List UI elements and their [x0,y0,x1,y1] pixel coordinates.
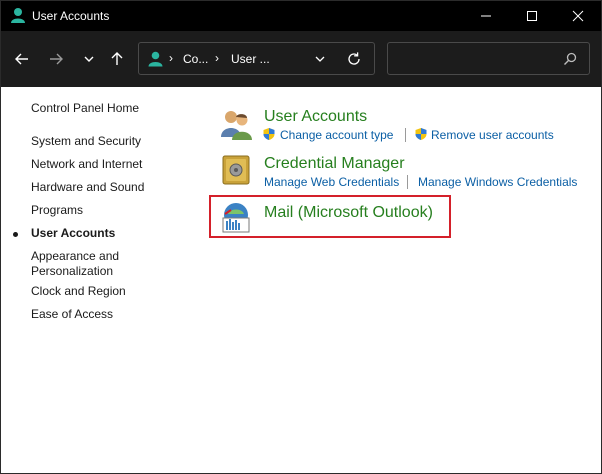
breadcrumb-separator-icon: › [215,51,219,65]
control-panel-window: User Accounts › Co... › User ... Control… [0,0,602,474]
link-remove-user-accounts[interactable]: Remove user accounts [431,128,554,142]
link-manage-web-credentials[interactable]: Manage Web Credentials [264,175,399,189]
link-separator [407,175,408,189]
sidebar-item-personalization[interactable]: Personalization [31,264,113,279]
link-change-account-type[interactable]: Change account type [280,128,393,142]
maximize-icon [527,11,537,21]
window-title: User Accounts [32,9,110,23]
search-box[interactable] [387,42,590,75]
arrow-right-icon [50,53,63,65]
search-input[interactable] [388,43,558,74]
user-accounts-app-icon [11,8,25,23]
sidebar-item-network-and-internet[interactable]: Network and Internet [31,157,142,172]
chevron-down-icon[interactable] [313,52,327,66]
main-content: User Accounts Change account type Remove… [201,87,601,473]
search-icon[interactable] [562,51,578,67]
link-manage-windows-credentials[interactable]: Manage Windows Credentials [418,175,577,189]
address-bar[interactable]: › Co... › User ... [138,42,375,75]
breadcrumb-separator-icon: › [169,51,173,65]
minimize-icon [481,15,491,17]
category-user-accounts[interactable]: User Accounts [264,108,367,126]
minimize-button[interactable] [463,1,509,31]
breadcrumb-control-panel[interactable]: Co... [183,52,208,66]
title-bar: User Accounts [1,1,601,31]
sidebar-item-hardware-and-sound[interactable]: Hardware and Sound [31,180,144,195]
sidebar-item-clock-and-region[interactable]: Clock and Region [31,284,126,299]
highlight-box [209,195,451,238]
sidebar-item-ease-of-access[interactable]: Ease of Access [31,307,113,322]
vault-icon[interactable] [219,153,253,187]
uac-shield-icon [415,128,427,140]
sidebar-item-user-accounts[interactable]: User Accounts [31,226,115,241]
users-icon[interactable] [219,107,253,141]
link-separator [405,128,406,142]
active-item-bullet [13,232,18,237]
breadcrumb-user-accounts[interactable]: User ... [231,52,270,66]
navigation-toolbar: › Co... › User ... [1,31,601,87]
sidebar-item-system-and-security[interactable]: System and Security [31,134,141,149]
arrow-left-icon [15,53,28,65]
up-button[interactable] [105,45,129,73]
user-accounts-location-icon [148,51,163,67]
close-icon [572,10,584,22]
category-credential-manager[interactable]: Credential Manager [264,155,405,173]
maximize-button[interactable] [509,1,555,31]
arrow-up-icon [111,52,123,65]
sidebar-item-control-panel-home[interactable]: Control Panel Home [31,101,139,116]
recent-locations-button[interactable] [77,45,101,73]
sidebar-item-programs[interactable]: Programs [31,203,83,218]
refresh-icon[interactable] [345,50,363,68]
close-button[interactable] [555,1,601,31]
sidebar: Control Panel Home System and Security N… [1,87,201,473]
forward-button[interactable] [44,45,68,73]
back-button[interactable] [10,45,34,73]
sidebar-item-appearance[interactable]: Appearance and [31,249,119,264]
uac-shield-icon [263,128,275,140]
chevron-down-icon [84,56,94,62]
